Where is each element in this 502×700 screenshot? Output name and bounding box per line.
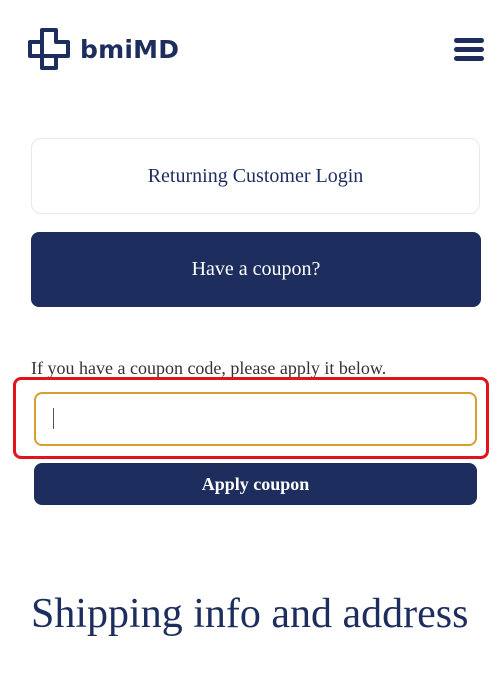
coupon-instruction-text: If you have a coupon code, please apply … bbox=[31, 358, 387, 378]
medical-cross-outline-icon bbox=[28, 28, 70, 70]
have-coupon-toggle-button[interactable]: Have a coupon? bbox=[31, 232, 481, 307]
apply-coupon-button[interactable]: Apply coupon bbox=[34, 463, 477, 505]
brand-logo[interactable]: bmiMD bbox=[26, 27, 179, 71]
menu-bar bbox=[454, 38, 484, 43]
menu-bar bbox=[454, 47, 484, 52]
logo-text: bmiMD bbox=[80, 34, 180, 64]
coupon-code-input[interactable] bbox=[34, 392, 477, 446]
menu-bar bbox=[454, 56, 484, 61]
shipping-section-title: Shipping info and address bbox=[31, 591, 469, 637]
text-cursor bbox=[53, 408, 54, 429]
site-header: bmiMD bbox=[0, 0, 502, 100]
hamburger-menu-icon[interactable] bbox=[452, 36, 486, 63]
returning-customer-login-button[interactable]: Returning Customer Login bbox=[31, 138, 480, 214]
